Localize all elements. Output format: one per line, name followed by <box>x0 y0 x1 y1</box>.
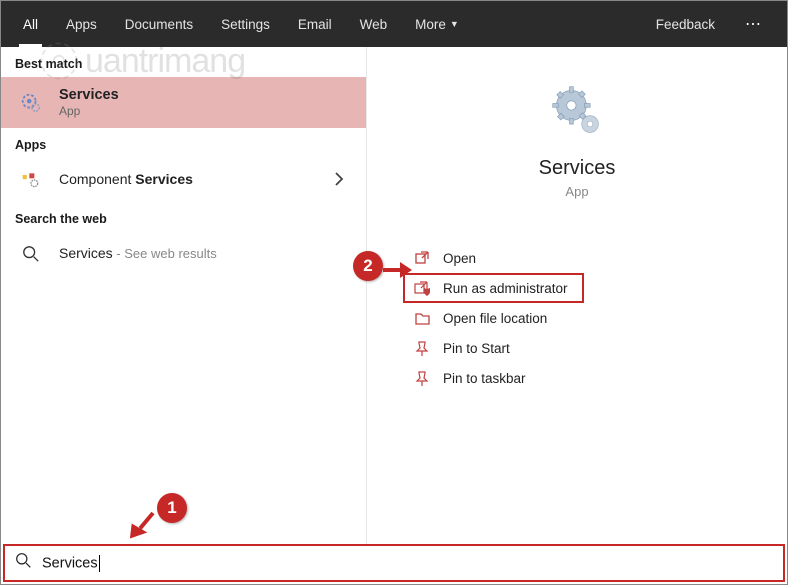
apps-header: Apps <box>1 128 366 158</box>
action-label: Pin to taskbar <box>443 371 526 386</box>
tab-apps[interactable]: Apps <box>52 1 111 47</box>
feedback-link[interactable]: Feedback <box>642 1 729 47</box>
folder-icon <box>413 310 431 326</box>
gear-icon <box>19 91 43 115</box>
preview-title: Services <box>367 157 787 180</box>
annotation-arrow-1 <box>113 513 163 553</box>
chevron-right-icon <box>334 172 344 189</box>
filter-tabs: All Apps Documents Settings Email Web Mo… <box>1 1 787 47</box>
tab-more-label: More <box>415 17 446 32</box>
result-component-services[interactable]: Component Services <box>1 158 366 202</box>
annotation-badge-2: 2 <box>353 251 383 281</box>
gear-icon <box>549 83 605 139</box>
action-pin-to-start[interactable]: Pin to Start <box>403 333 520 363</box>
action-open-file-location[interactable]: Open file location <box>403 303 557 333</box>
action-pin-to-taskbar[interactable]: Pin to taskbar <box>403 363 536 393</box>
preview-panel: Services App Open Run as administrator <box>367 47 787 544</box>
pin-icon <box>413 340 431 356</box>
tab-web[interactable]: Web <box>346 1 402 47</box>
annotation-arrow-2 <box>383 267 413 273</box>
search-value: Services <box>42 555 100 572</box>
search-web-header: Search the web <box>1 202 366 232</box>
result-title: Services - See web results <box>59 245 217 261</box>
component-services-icon <box>19 168 43 192</box>
search-icon <box>19 242 43 266</box>
chevron-down-icon: ▼ <box>450 19 459 29</box>
action-run-as-admin[interactable]: Run as administrator <box>403 273 584 303</box>
best-match-header: Best match <box>1 47 366 77</box>
action-label: Pin to Start <box>443 341 510 356</box>
open-icon <box>413 250 431 266</box>
tab-documents[interactable]: Documents <box>111 1 207 47</box>
result-services[interactable]: Services App <box>1 77 366 128</box>
action-label: Run as administrator <box>443 281 568 296</box>
text-cursor <box>99 555 100 572</box>
tab-email[interactable]: Email <box>284 1 346 47</box>
result-subtitle: App <box>59 104 350 118</box>
shield-icon <box>413 280 431 296</box>
tab-settings[interactable]: Settings <box>207 1 284 47</box>
result-title: Component Services <box>59 171 193 187</box>
results-panel: Best match Services App Apps Component S… <box>1 47 367 544</box>
action-label: Open <box>443 251 476 266</box>
tab-more[interactable]: More ▼ <box>401 1 473 47</box>
action-label: Open file location <box>443 311 547 326</box>
preview-subtitle: App <box>367 184 787 199</box>
result-title: Services <box>59 87 350 103</box>
dots-icon: ⋯ <box>745 14 763 34</box>
search-icon <box>15 552 32 574</box>
result-web-services[interactable]: Services - See web results <box>1 232 366 276</box>
context-actions: Open Run as administrator Open file loca… <box>403 243 787 393</box>
tab-all[interactable]: All <box>9 1 52 47</box>
content-area: Best match Services App Apps Component S… <box>1 47 787 544</box>
pin-icon <box>413 370 431 386</box>
overflow-menu-button[interactable]: ⋯ <box>729 1 779 47</box>
action-open[interactable]: Open <box>403 243 486 273</box>
